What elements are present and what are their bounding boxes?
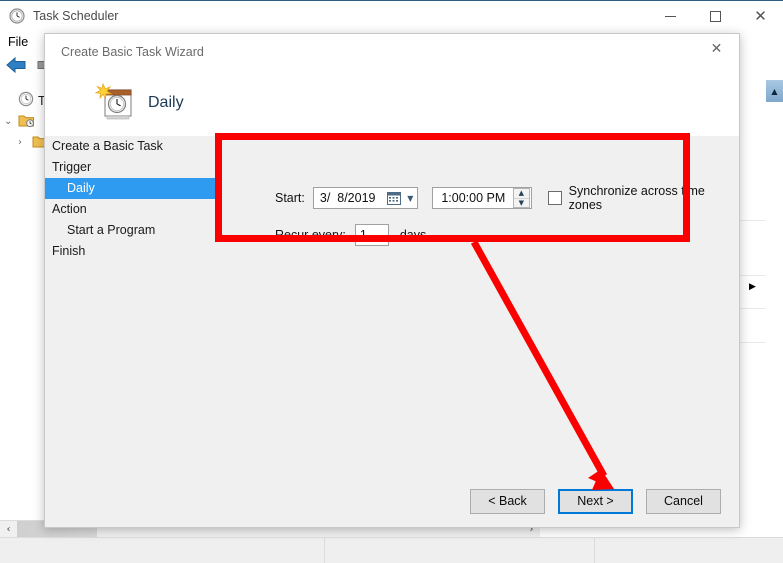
chevron-down-icon[interactable]: ⌄ [4,116,18,127]
recur-unit-label: days [399,228,427,242]
cancel-button[interactable]: Cancel [646,488,721,514]
maximize-button[interactable] [693,1,738,31]
checkbox-label: Synchronize across time zones [568,184,705,212]
recur-days-input[interactable]: 1 [354,224,389,246]
close-button[interactable]: ✕ [738,1,783,31]
dialog-title: Create Basic Task Wizard [61,45,204,59]
minimize-button[interactable] [648,1,693,31]
next-button[interactable]: Next > [558,488,633,514]
back-button[interactable]: < Back [470,488,545,514]
calendar-icon [386,191,401,205]
clock-icon [9,8,25,24]
nav-item-daily[interactable]: Daily [45,178,217,199]
start-time-value: 1:00:00 PM [441,191,506,205]
nav-item-start-a-program[interactable]: Start a Program [45,220,217,241]
minimize-icon [665,15,676,17]
dialog-close-button[interactable]: ✕ [694,34,739,64]
scroll-left-icon[interactable]: ‹ [0,521,17,538]
recur-every-label: Recur every: [275,228,346,242]
nav-item-action[interactable]: Action [45,199,217,220]
synchronize-timezones-checkbox[interactable]: Synchronize across time zones [547,184,739,212]
checkbox-box[interactable] [547,191,562,205]
window-title: Task Scheduler [33,9,119,23]
status-cell [595,538,783,563]
create-basic-task-wizard-dialog: Create Basic Task Wizard ✕ Daily Create … [44,33,740,528]
back-arrow-icon[interactable] [4,55,30,78]
status-cell [0,538,325,563]
wizard-navigation-list: Create a Basic Task Trigger Daily Action… [45,136,217,486]
folder-clock-icon [18,113,35,131]
scroll-up-icon[interactable]: ▲ [766,80,783,102]
dialog-titlebar: Create Basic Task Wizard ✕ [45,34,739,72]
maximize-icon [710,10,721,22]
nav-item-trigger[interactable]: Trigger [45,157,217,178]
spinner-up-icon[interactable]: ▲ [513,189,529,199]
spinner-down-icon[interactable]: ▼ [514,199,529,208]
page-title: Daily [148,94,184,111]
dialog-header: Daily [45,72,739,136]
close-icon: ✕ [710,41,723,57]
time-spinner[interactable]: ▲ ▼ [512,188,530,208]
wizard-body: Start: 3/ 8/2019 ▼ 1:00:00 PM ▲ ▼ Synchr… [217,136,739,486]
window-titlebar: Task Scheduler ✕ [0,1,783,31]
start-field-row: Start: 3/ 8/2019 ▼ 1:00:00 PM ▲ ▼ Synchr… [275,184,739,212]
status-bar [0,537,783,563]
chevron-right-icon[interactable]: › [18,137,32,148]
start-date-value: 3/ 8/2019 [319,191,376,205]
expand-arrow-icon[interactable]: ▶ [749,282,756,292]
start-date-input[interactable]: 3/ 8/2019 ▼ [312,187,419,209]
vertical-scrollbar[interactable]: ▲ [766,80,783,520]
start-time-input[interactable]: 1:00:00 PM ▲ ▼ [432,187,532,209]
clock-icon [18,91,34,110]
nav-item-create-a-basic-task[interactable]: Create a Basic Task [45,136,217,157]
menu-item-file[interactable]: File [0,33,36,51]
calendar-clock-new-icon [94,82,139,126]
close-icon: ✕ [754,6,767,25]
status-cell [325,538,595,563]
chevron-down-icon[interactable]: ▼ [403,194,417,203]
nav-item-finish[interactable]: Finish [45,241,217,262]
window-controls: ✕ [648,1,783,31]
start-label: Start: [275,191,305,205]
dialog-button-bar: < Back Next > Cancel [45,475,739,527]
recur-field-row: Recur every: 1 days [275,224,426,246]
